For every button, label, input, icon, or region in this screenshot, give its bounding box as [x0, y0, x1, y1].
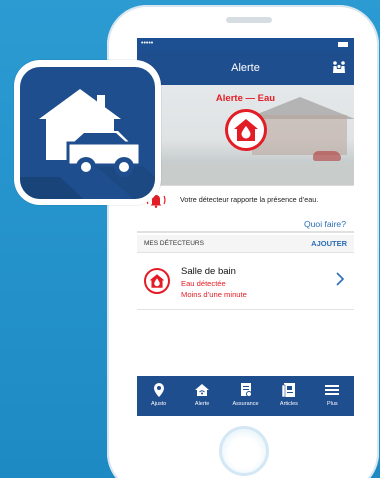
- hero-road: [137, 163, 354, 185]
- tab-label: Alerte: [194, 401, 210, 407]
- tab-label: Ajusto: [151, 401, 167, 407]
- phone-speaker: [226, 17, 272, 23]
- tab-assurance[interactable]: Assurance: [224, 376, 267, 416]
- detectors-header: MES DÉTECTEURS AJOUTER: [137, 235, 354, 253]
- policy-icon: [240, 383, 252, 397]
- detector-time: Moins d’une minute: [181, 290, 247, 299]
- tab-plus[interactable]: Plus: [311, 376, 354, 416]
- tab-bar: Ajusto Alerte Assurance Articles Plus: [137, 376, 354, 416]
- menu-icon: [325, 385, 340, 395]
- nav-bar: Alerte: [137, 51, 354, 85]
- alert-notification: Votre détecteur rapporte la présence d’e…: [137, 185, 354, 233]
- house-car-icon: [20, 89, 155, 199]
- detector-row[interactable]: Salle de bain Eau détectée Moins d’une m…: [137, 254, 354, 310]
- detector-status: Eau détectée: [181, 279, 226, 288]
- tab-alerte[interactable]: Alerte: [180, 376, 223, 416]
- hero-car: [313, 151, 341, 161]
- tab-label: Assurance: [232, 401, 259, 407]
- chevron-right-icon[interactable]: [335, 271, 345, 287]
- app-screen: ••••• Alerte Alerte — Eau Votre détecteu…: [137, 38, 354, 416]
- app-icon: [20, 67, 155, 199]
- alert-badge: [225, 109, 267, 151]
- detectors-section-title: MES DÉTECTEURS: [144, 240, 204, 247]
- articles-icon: [281, 383, 295, 398]
- alert-hero: Alerte — Eau: [137, 85, 354, 185]
- tab-label: Plus: [326, 401, 338, 407]
- home-button[interactable]: [219, 426, 269, 476]
- detector-name: Salle de bain: [181, 266, 236, 277]
- status-bar: •••••: [137, 38, 354, 51]
- battery-icon: [338, 42, 348, 47]
- empty-area: [137, 311, 354, 376]
- signal-indicator: •••••: [141, 40, 154, 47]
- water-house-icon: [234, 119, 258, 141]
- water-house-icon: [149, 274, 165, 288]
- pin-icon: [153, 383, 164, 397]
- tab-label: Articles: [279, 401, 298, 407]
- family-icon[interactable]: [332, 60, 346, 74]
- page-title: Alerte: [231, 62, 260, 74]
- tab-articles[interactable]: Articles: [267, 376, 310, 416]
- add-detector-button[interactable]: AJOUTER: [311, 239, 347, 248]
- house-wifi-icon: [195, 384, 210, 396]
- what-to-do-link[interactable]: Quoi faire?: [304, 219, 346, 229]
- notification-message: Votre détecteur rapporte la présence d’e…: [180, 195, 319, 204]
- detector-status-icon: [144, 268, 170, 294]
- tab-ajusto[interactable]: Ajusto: [137, 376, 180, 416]
- alert-title: Alerte — Eau: [215, 93, 276, 104]
